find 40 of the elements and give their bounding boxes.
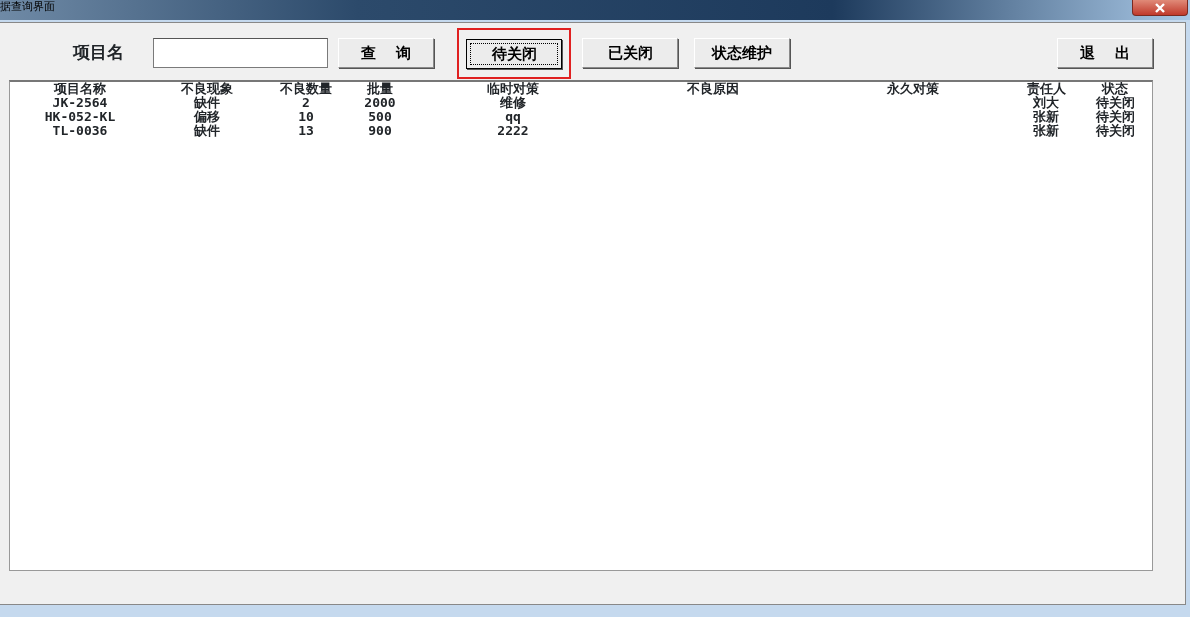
table-cell-text: 待关闭 (1094, 96, 1136, 110)
table-cell-text: 2 (301, 96, 311, 110)
table-cell-text: 偏移 (192, 110, 221, 124)
column-header: 不良现象 (180, 82, 234, 96)
table-cell-text: JK-2564 (51, 96, 109, 110)
column-header: 不良数量 (279, 82, 333, 96)
table-cell-text: 900 (367, 124, 393, 138)
action-button[interactable]: 状态维护 (694, 38, 790, 68)
table-cell-text: 10 (297, 110, 315, 124)
column-header: 批量 (366, 82, 394, 96)
table-cell-text: 张新 (1032, 124, 1060, 138)
table-cell-text: HK-052-KL (43, 110, 117, 124)
table-cell-text: TL-0036 (51, 124, 109, 138)
field-label: 项目名 (73, 41, 124, 65)
table-cell-text: 缺件 (193, 124, 221, 138)
column-header: 永久对策 (886, 82, 940, 96)
table-cell-text: 待关闭 (1094, 124, 1136, 138)
action-button[interactable]: 已关闭 (582, 38, 678, 68)
table-cell-text: 维修 (500, 96, 526, 110)
table-cell-text: 缺件 (193, 96, 221, 110)
action-button[interactable]: 查 询 (338, 38, 434, 68)
table-cell-text: 13 (297, 124, 315, 138)
column-header: 责任人 (1025, 82, 1067, 96)
project-name-input[interactable] (153, 38, 328, 68)
table-cell-text: 2222 (496, 124, 530, 138)
table-cell-text: 刘大 (1033, 96, 1060, 110)
window-title: 据查询界面 (0, 0, 55, 14)
close-icon (1154, 2, 1166, 13)
column-header: 状态 (1100, 82, 1129, 96)
table-cell-text: 待关闭 (1094, 110, 1136, 124)
table-cell-text: 2000 (363, 96, 397, 110)
column-header: 临时对策 (486, 82, 540, 96)
table-cell-text: 张新 (1032, 110, 1060, 124)
table-cell-text: 500 (367, 110, 393, 124)
exit-button[interactable]: 退 出 (1057, 38, 1153, 68)
column-header: 不良原因 (686, 82, 740, 96)
action-button[interactable]: 待关闭 (466, 38, 562, 69)
column-header: 项目名称 (52, 82, 107, 96)
close-button[interactable] (1132, 0, 1188, 16)
table-cell-text: qq (504, 110, 521, 124)
